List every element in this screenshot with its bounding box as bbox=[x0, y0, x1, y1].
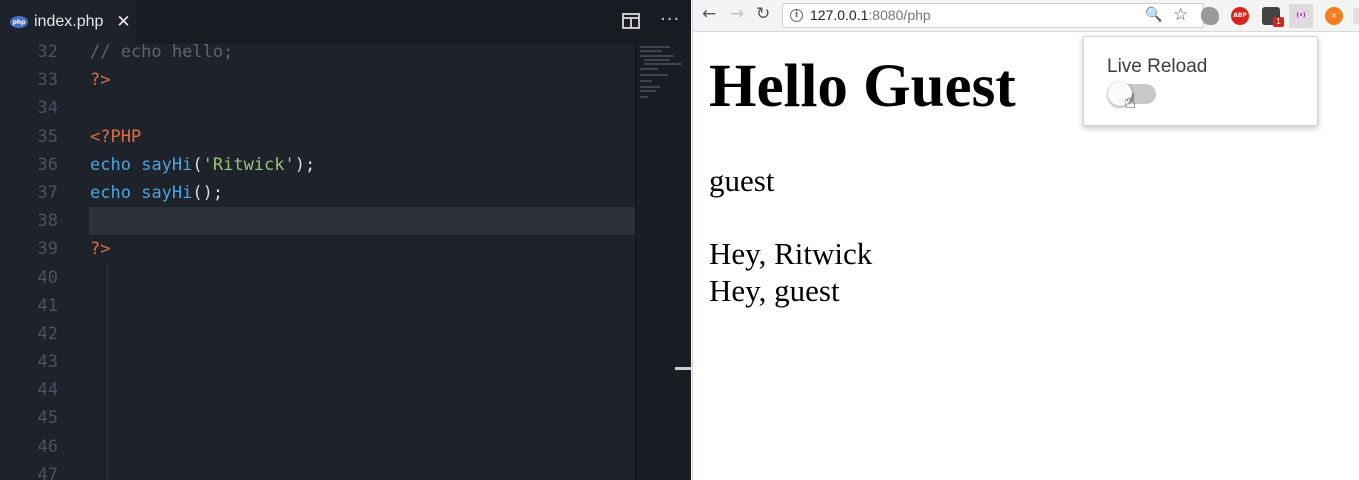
minimap-line bbox=[640, 50, 662, 52]
minimap-line bbox=[640, 74, 668, 76]
minimap-line bbox=[640, 96, 648, 98]
minimap-line bbox=[640, 46, 670, 48]
php-file-icon: php bbox=[10, 16, 28, 28]
line-number: 36 bbox=[37, 154, 58, 175]
line-number: 40 bbox=[37, 267, 58, 288]
line-number: 32 bbox=[37, 42, 58, 62]
minimap-line bbox=[640, 90, 656, 92]
code-line[interactable]: ?> bbox=[90, 235, 635, 263]
code-token: // echo hello; bbox=[90, 42, 234, 62]
tab-title: index.php bbox=[34, 13, 104, 30]
line-number: 35 bbox=[37, 126, 58, 147]
code-editor: php index.php ✕ ··· 32 33 34 35 36 37 38 39 40 41… bbox=[0, 0, 691, 480]
code-line[interactable]: // echo hello; bbox=[90, 38, 635, 66]
code-token: sayHi bbox=[141, 154, 193, 175]
adblock-plus-icon[interactable]: ABP bbox=[1231, 7, 1249, 25]
code-token: echo bbox=[90, 154, 131, 175]
code-token: 'Ritwick' bbox=[202, 154, 295, 175]
line-number: 34 bbox=[37, 98, 58, 119]
code-line[interactable] bbox=[90, 320, 635, 348]
code-line[interactable]: ?> bbox=[90, 66, 635, 94]
code-line[interactable] bbox=[90, 264, 635, 292]
extension-bird-icon[interactable] bbox=[1201, 7, 1219, 25]
line-number: 43 bbox=[37, 352, 58, 373]
extension-badge: 1 bbox=[1273, 17, 1284, 27]
line-number: 47 bbox=[37, 464, 58, 480]
code-line[interactable] bbox=[90, 433, 635, 461]
code-line[interactable]: echo sayHi(); bbox=[90, 179, 635, 207]
site-info-icon[interactable]: i bbox=[790, 9, 803, 22]
more-actions-icon[interactable]: ··· bbox=[660, 9, 680, 30]
code-line[interactable] bbox=[90, 376, 635, 404]
page-heading: Hello Guest bbox=[709, 53, 1016, 120]
code-line[interactable] bbox=[90, 404, 635, 432]
code-token: sayHi bbox=[141, 182, 193, 203]
code-line[interactable] bbox=[90, 94, 635, 122]
browser-window: ← → ↻ i 127.0.0.1:8080/php 🔍 ☆ ABP 1 (•)… bbox=[692, 0, 1359, 480]
line-number: 44 bbox=[37, 380, 58, 401]
url-host: 127.0.0.1 bbox=[810, 7, 869, 23]
back-button[interactable]: ← bbox=[702, 4, 716, 24]
line-number: 38 bbox=[37, 211, 58, 232]
scrollbar-thumb[interactable] bbox=[675, 367, 691, 370]
minimap-line bbox=[640, 86, 660, 88]
livereload-extension-button[interactable]: (•) bbox=[1289, 4, 1313, 28]
minimap-line bbox=[640, 55, 674, 57]
zoom-icon[interactable]: 🔍 bbox=[1145, 7, 1162, 23]
page-text-hey-ritwick: Hey, Ritwick bbox=[709, 236, 873, 271]
code-line-current[interactable] bbox=[89, 207, 635, 236]
line-number: 39 bbox=[37, 239, 58, 260]
code-token: (); bbox=[192, 182, 224, 203]
code-token: ?> bbox=[90, 239, 111, 260]
minimap-line bbox=[640, 68, 658, 70]
livereload-icon: (•) bbox=[1295, 10, 1307, 22]
split-editor-icon[interactable] bbox=[622, 13, 640, 29]
minimap-line bbox=[640, 80, 652, 82]
reload-button[interactable]: ↻ bbox=[756, 4, 770, 24]
hand-cursor-icon: ☝ bbox=[1124, 89, 1137, 113]
line-number: 45 bbox=[37, 408, 58, 429]
page-text-hey-guest: Hey, guest bbox=[709, 273, 840, 308]
code-line[interactable] bbox=[90, 461, 635, 480]
page-text-guest: guest bbox=[709, 163, 775, 198]
line-number: 37 bbox=[37, 182, 58, 203]
line-number: 42 bbox=[37, 323, 58, 344]
code-area[interactable]: // echo hello; ?> <?PHP echo sayHi('Ritwick… bbox=[89, 38, 635, 480]
line-number-gutter: 32 33 34 35 36 37 38 39 40 41 42 43 44 45 46 47 bbox=[0, 38, 80, 480]
tab-close-icon[interactable]: ✕ bbox=[116, 12, 130, 32]
code-token: echo bbox=[90, 182, 131, 203]
address-bar[interactable]: i 127.0.0.1:8080/php 🔍 ☆ bbox=[782, 3, 1204, 28]
minimap-line bbox=[644, 63, 682, 65]
minimap-line bbox=[644, 59, 670, 61]
line-number: 46 bbox=[37, 436, 58, 457]
code-token: ?> bbox=[90, 70, 111, 91]
popup-title: Live Reload bbox=[1107, 56, 1208, 77]
livereload-popup: Live Reload ☝ bbox=[1083, 36, 1318, 126]
url-path: :8080/php bbox=[868, 7, 931, 23]
extension-orange-icon[interactable]: ✕ bbox=[1325, 7, 1343, 25]
browser-toolbar: ← → ↻ i 127.0.0.1:8080/php 🔍 ☆ ABP 1 (•)… bbox=[693, 0, 1359, 32]
code-line[interactable]: echo sayHi('Ritwick'); bbox=[90, 151, 635, 179]
forward-button[interactable]: → bbox=[730, 4, 744, 24]
code-line[interactable] bbox=[90, 348, 635, 376]
code-line[interactable] bbox=[90, 292, 635, 320]
code-token: ); bbox=[294, 154, 316, 175]
code-line[interactable]: <?PHP bbox=[90, 123, 635, 151]
line-number: 41 bbox=[37, 295, 58, 316]
bookmark-star-icon[interactable]: ☆ bbox=[1173, 5, 1188, 25]
minimap[interactable] bbox=[635, 44, 691, 480]
line-number: 33 bbox=[37, 70, 58, 91]
code-token: <?PHP bbox=[90, 126, 142, 147]
code-token: ( bbox=[192, 154, 203, 175]
url-text[interactable]: 127.0.0.1:8080/php bbox=[810, 7, 931, 23]
browser-menu-edge[interactable] bbox=[1353, 8, 1359, 24]
